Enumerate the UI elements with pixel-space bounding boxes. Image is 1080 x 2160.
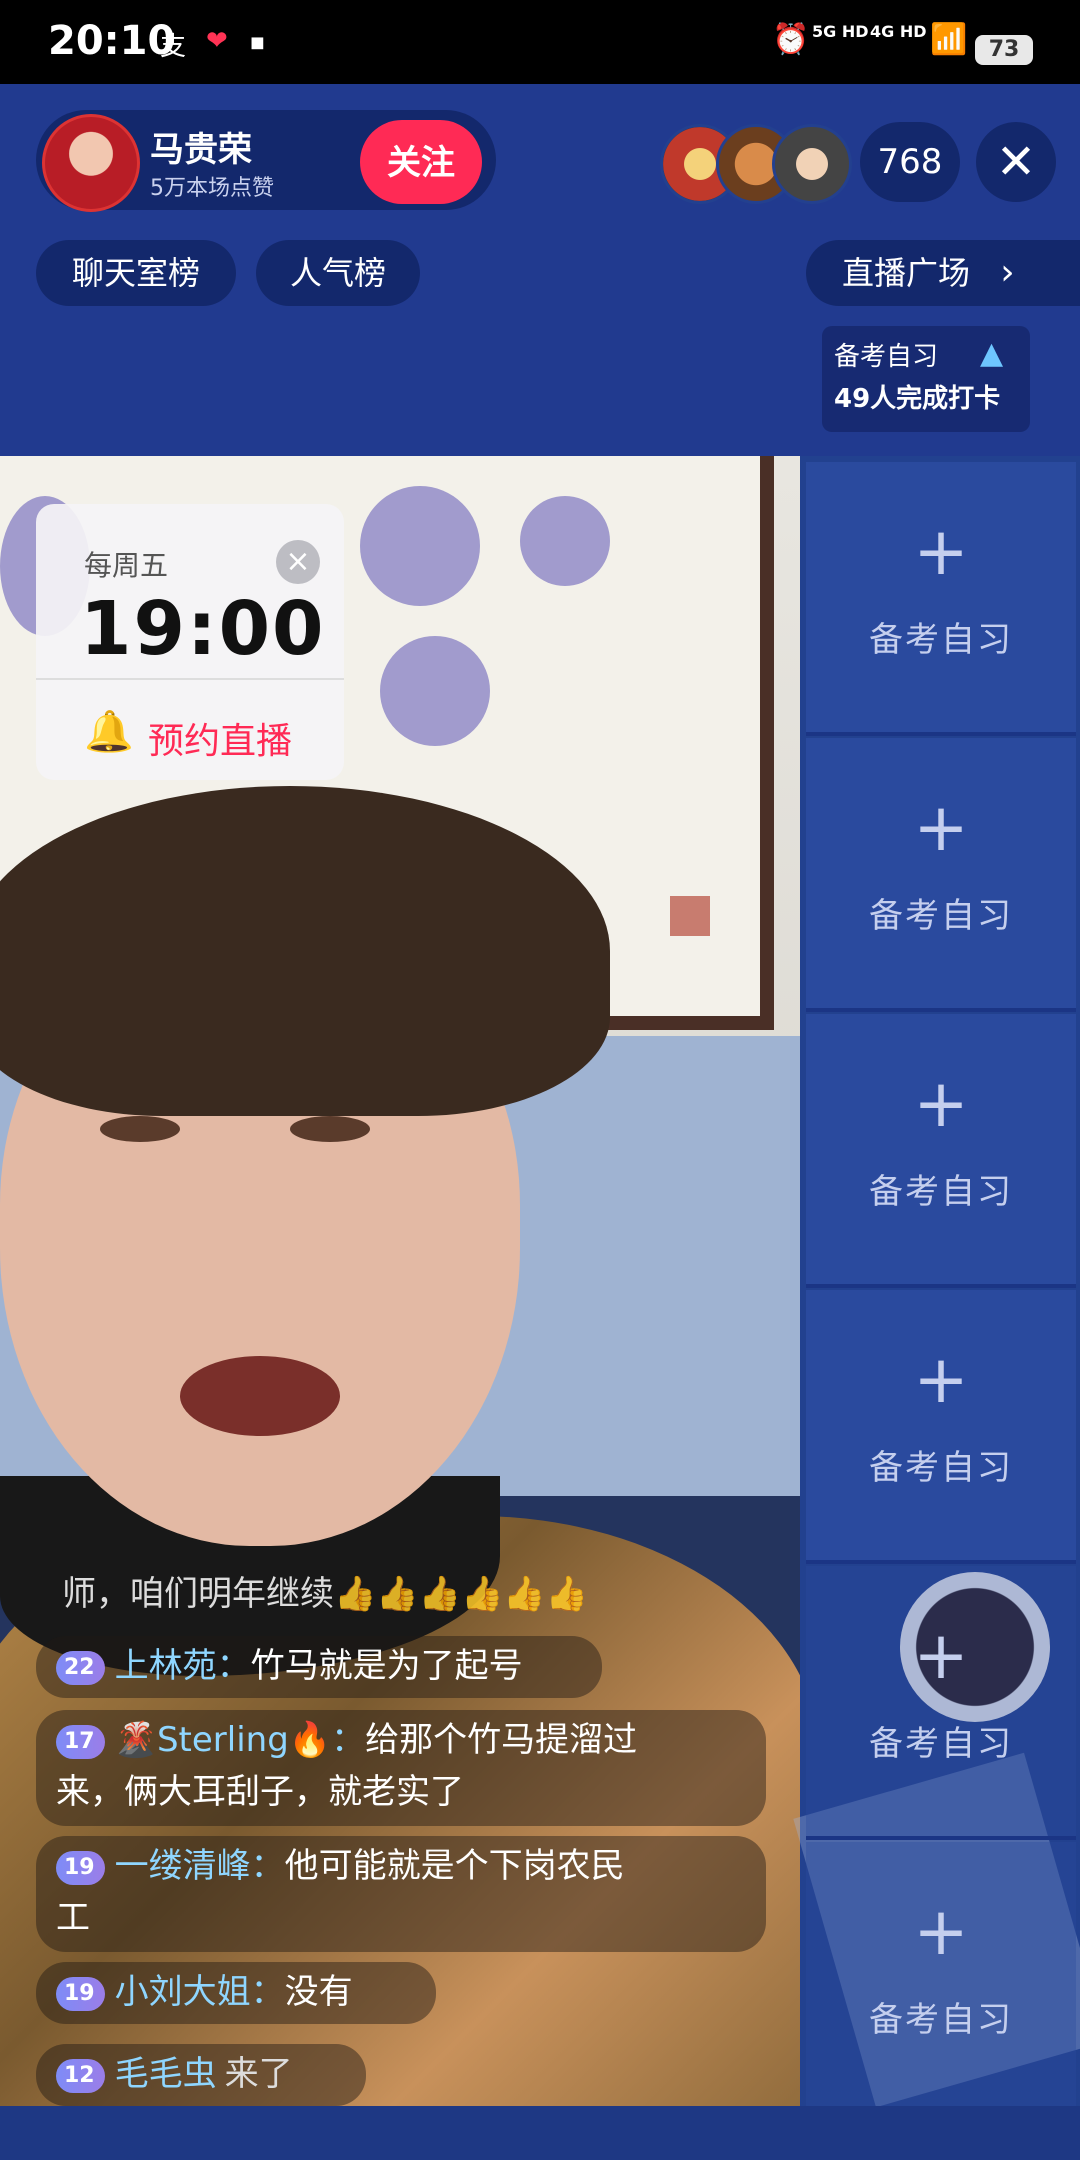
plus-icon: + (913, 1617, 969, 1694)
study-slot[interactable]: + 备考自习 (806, 1842, 1076, 2116)
video-mouth (180, 1356, 340, 1436)
chat-rank-button[interactable]: 聊天室榜 (36, 240, 236, 306)
level-badge: 22 (56, 1650, 105, 1685)
chat-message[interactable]: 12 毛毛虫 来了 (36, 2044, 366, 2106)
plus-icon: + (913, 1341, 969, 1418)
chat-username[interactable]: 🌋Sterling🔥： (115, 1720, 366, 1760)
chat-username[interactable]: 毛毛虫 (115, 2054, 217, 2094)
study-slot[interactable]: + 备考自习 (806, 1014, 1076, 1288)
chat-text: 来了 (224, 2054, 293, 2094)
alarm-icon: ⏰ (772, 22, 810, 57)
remind-button[interactable]: 🔔 预约直播 (36, 700, 344, 762)
status-bar: 20:10 支 ❤ ◼ ⏰ 5G HD 4G HD 📶 73 (0, 0, 1080, 84)
study-slot[interactable]: + 备考自习 (806, 1566, 1076, 1840)
plus-icon: + (913, 513, 969, 590)
chat-text: 他可能就是个下岗农民 (284, 1846, 625, 1886)
battery-indicator: 73 (975, 35, 1033, 65)
app-dashen-icon: ◼ (250, 32, 265, 53)
status-time: 20:10 (48, 18, 176, 64)
level-badge: 19 (56, 1976, 105, 2011)
divider (36, 678, 344, 680)
level-badge: 17 (56, 1724, 105, 1759)
chat-text-continued: 工 (56, 1898, 90, 1938)
live-plaza-button[interactable]: 直播广场 › (806, 240, 1080, 306)
study-slot[interactable]: + 备考自习 (806, 738, 1076, 1012)
study-slot[interactable]: + 备考自习 (806, 1290, 1076, 1564)
schedule-time: 19:00 (80, 586, 326, 672)
chat-text: 没有 (284, 1972, 353, 2012)
schedule-day: 每周五 (84, 549, 169, 582)
chat-message[interactable]: 19 小刘大姐：没有 (36, 1962, 436, 2024)
chat-message[interactable]: 19 一缕清峰：他可能就是个下岗农民 工 (36, 1836, 766, 1952)
study-slot[interactable]: + 备考自习 (806, 462, 1076, 736)
live-plaza-label: 直播广场 (842, 254, 971, 292)
schedule-card: 每周五 × 19:00 🔔 预约直播 (36, 504, 344, 780)
chat-text: 给那个竹马提溜过 (365, 1720, 638, 1760)
level-badge: 19 (56, 1850, 105, 1885)
chat-faded-line: 师，咱们明年继续👍👍👍👍👍👍 (62, 1574, 589, 1614)
chat-message[interactable]: 22 上林苑：竹马就是为了起号 (36, 1636, 602, 1698)
anchor-avatar[interactable] (42, 114, 140, 212)
study-slot-label: 备考自习 (869, 620, 1013, 660)
study-slot-label: 备考自习 (869, 896, 1013, 936)
plus-icon: + (913, 1893, 969, 1970)
chat-username[interactable]: 一缕清峰： (115, 1846, 285, 1886)
viewer-avatar[interactable] (772, 124, 852, 204)
remind-label: 预约直播 (148, 721, 293, 762)
close-icon[interactable]: ✕ (976, 122, 1056, 202)
video-eye (100, 1116, 180, 1142)
bottom-bar (0, 2106, 1080, 2160)
level-badge: 12 (56, 2058, 105, 2093)
anchor-name: 马贵荣 (150, 130, 252, 170)
chat-username[interactable]: 上林苑： (115, 1646, 251, 1686)
app-heart-icon: ❤ (206, 26, 228, 56)
chat-text: 竹马就是为了起号 (250, 1646, 523, 1686)
follow-button[interactable]: 关注 (360, 120, 482, 204)
network-4g: 4G HD (870, 22, 927, 41)
study-slot-label: 备考自习 (869, 1448, 1013, 1488)
chat-message[interactable]: 17 🌋Sterling🔥：给那个竹马提溜过 来，俩大耳刮子，就老实了 (36, 1710, 766, 1826)
popularity-rank-button[interactable]: 人气榜 (256, 240, 420, 306)
study-slot-label: 备考自习 (869, 1172, 1013, 1212)
plus-icon: + (913, 1065, 969, 1142)
anchor-likes: 5万本场点赞 (150, 176, 274, 201)
pyramid-icon: ▲ (980, 336, 1004, 371)
chat-text-continued: 来，俩大耳刮子，就老实了 (56, 1772, 464, 1812)
viewer-count[interactable]: 768 (860, 122, 960, 202)
bell-icon: 🔔 (84, 709, 134, 755)
network-5g: 5G HD (812, 22, 869, 41)
chevron-right-icon: › (1000, 252, 1015, 293)
checkin-title: 备考自习 (834, 342, 939, 372)
close-icon[interactable]: × (276, 540, 320, 584)
checkin-count: 49人完成打卡 (834, 384, 1001, 414)
alipay-icon: 支 (160, 32, 187, 62)
study-slot-label: 备考自习 (869, 2000, 1013, 2040)
chat-username[interactable]: 小刘大姐： (115, 1972, 285, 2012)
study-slot-label: 备考自习 (869, 1724, 1013, 1764)
video-eye (290, 1116, 370, 1142)
wifi-icon: 📶 (930, 22, 968, 57)
video-hair (0, 786, 610, 1116)
plus-icon: + (913, 789, 969, 866)
